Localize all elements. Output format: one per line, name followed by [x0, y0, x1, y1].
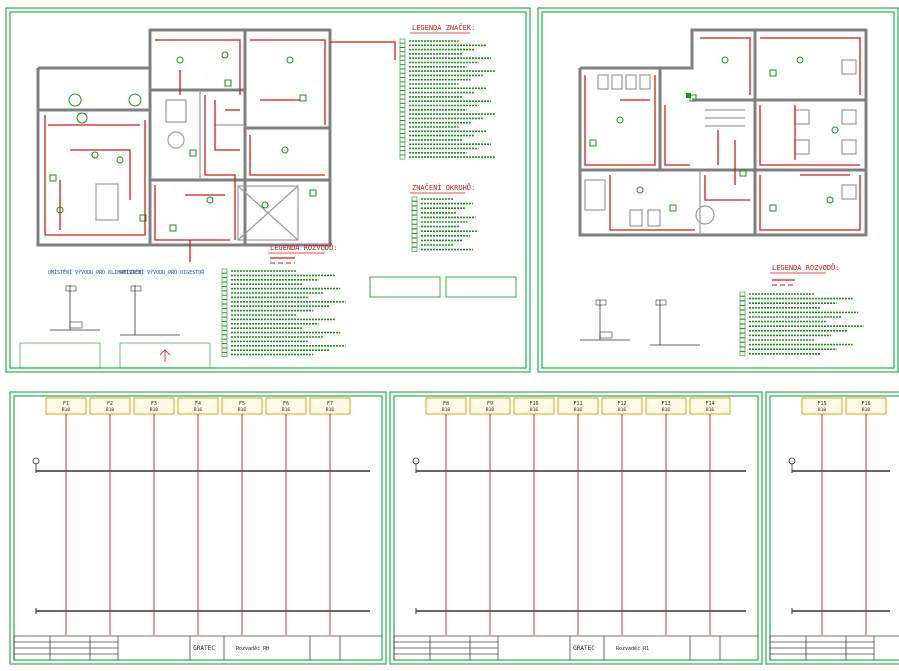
- breaker-rating: B16: [706, 407, 714, 413]
- circuit-breaker[interactable]: F11B16: [557, 397, 599, 635]
- title-block: GRATEC Rozvaděč R1: [393, 635, 758, 660]
- breaker-rating: B16: [662, 407, 670, 413]
- breaker-id: F8: [443, 401, 449, 407]
- breaker-id: F2: [107, 401, 113, 407]
- title-block-company: GRATEC: [573, 645, 595, 652]
- sheet-inner-border: [393, 395, 759, 661]
- distribution-legend-2: LEGENDA ROZVODŮ:: [739, 263, 864, 357]
- breaker-id: F14: [705, 401, 714, 407]
- distribution-legend-2-title: LEGENDA ROZVODŮ:: [772, 263, 839, 272]
- drawing-canvas: LEGENDA ZNAČEK: ZNAČENÍ OKRUHŮ: LEGENDA …: [0, 0, 899, 671]
- breaker-id: F9: [487, 401, 493, 407]
- breaker-rating: B10: [486, 407, 494, 413]
- breaker-rating: B10: [106, 407, 114, 413]
- floor-plan-2-walls: [578, 28, 868, 237]
- breaker-id: F13: [661, 401, 670, 407]
- circuit-breaker[interactable]: F3B10: [133, 397, 175, 635]
- circuit-breaker[interactable]: F4B16: [177, 397, 219, 635]
- circuit-breaker[interactable]: F2B10: [89, 397, 131, 635]
- breaker-rating: B10: [442, 407, 450, 413]
- schematic-sheet[interactable]: F8B10F9B10F10B16F11B16F12B16F13B16F14B16…: [389, 391, 763, 665]
- circuit-breaker[interactable]: F16B10: [845, 397, 887, 635]
- detail-upper-right: [650, 299, 700, 346]
- note-box-2: [445, 276, 517, 298]
- breaker-id: F1: [63, 401, 69, 407]
- title-block-drawing: Rozvaděč R1: [616, 645, 649, 652]
- breaker-id: F4: [195, 401, 201, 407]
- schematic-sheets: F1B10F2B10F3B10F4B16F5B16F6B16F7B16GRATE…: [9, 391, 899, 665]
- breaker-rating: B16: [574, 407, 582, 413]
- circuit-labels-table: ZNAČENÍ OKRUHŮ:: [410, 183, 479, 252]
- schematic-sheet[interactable]: F15B10F16B10: [765, 391, 899, 665]
- circuit-breaker[interactable]: F8B10: [425, 397, 467, 635]
- circuit-breaker[interactable]: F12B16: [601, 397, 643, 635]
- cad-drawing: LEGENDA ZNAČEK: ZNAČENÍ OKRUHŮ: LEGENDA …: [5, 7, 899, 665]
- sheet-border: [537, 7, 899, 373]
- floor-plan-wiring: [44, 39, 396, 262]
- breaker-id: F7: [327, 401, 333, 407]
- breaker-rating: B10: [818, 407, 826, 413]
- breaker-id: F5: [239, 401, 245, 407]
- circuit-breaker[interactable]: F6B16: [265, 397, 307, 635]
- sheet-inner-border: [769, 395, 899, 661]
- title-block: [769, 635, 899, 660]
- circuit-breaker[interactable]: F9B10: [469, 397, 511, 635]
- title-block: GRATEC Rozvaděč RH: [13, 635, 382, 660]
- breaker-id: F16: [861, 401, 870, 407]
- sheet-border: [765, 391, 899, 665]
- schematic-sheet[interactable]: F1B10F2B10F3B10F4B16F5B16F6B16F7B16GRATE…: [9, 391, 387, 665]
- breaker-rating: B16: [530, 407, 538, 413]
- breaker-id: F3: [151, 401, 157, 407]
- floor-plan-walls: [36, 28, 332, 247]
- sheet-floor-plan-2[interactable]: LEGENDA ROZVODŮ:: [537, 7, 899, 373]
- detail-hood-outlet: UMÍSTĚNÍ VÝVODU PRO DIGESTOŘ: [119, 268, 211, 369]
- breaker-rating: B10: [862, 407, 870, 413]
- floor-plan-symbols: [49, 51, 317, 232]
- circuit-breaker[interactable]: F15B10: [801, 397, 843, 635]
- detail-upper-left: [580, 299, 630, 341]
- breaker-rating: B10: [62, 407, 70, 413]
- circuit-breaker[interactable]: F1B10: [45, 397, 87, 635]
- breaker-rating: B16: [618, 407, 626, 413]
- breaker-rating: B10: [150, 407, 158, 413]
- breaker-id: F11: [573, 401, 582, 407]
- title-block-company: GRATEC: [193, 645, 215, 652]
- circuit-breaker[interactable]: F13B16: [645, 397, 687, 635]
- breaker-rating: B16: [238, 407, 246, 413]
- symbols-legend: LEGENDA ZNAČEK:: [399, 23, 495, 160]
- symbols-legend-title: LEGENDA ZNAČEK:: [412, 23, 475, 32]
- circuit-breaker[interactable]: F7B16: [309, 397, 351, 635]
- circuit-breaker[interactable]: F14B16: [689, 397, 731, 635]
- breaker-rating: B16: [326, 407, 334, 413]
- breaker-id: F12: [617, 401, 626, 407]
- sheet-floor-plan-1[interactable]: LEGENDA ZNAČEK: ZNAČENÍ OKRUHŮ: LEGENDA …: [5, 7, 531, 373]
- circuit-labels-title: ZNAČENÍ OKRUHŮ:: [412, 183, 475, 192]
- breaker-rating: B16: [194, 407, 202, 413]
- breaker-id: F6: [283, 401, 289, 407]
- circuit-breaker[interactable]: F10B16: [513, 397, 555, 635]
- sheet-inner-border: [541, 11, 895, 369]
- breaker-id: F10: [529, 401, 538, 407]
- floor-plan-2-symbols: [589, 56, 839, 212]
- title-block-drawing: Rozvaděč RH: [236, 645, 269, 652]
- breaker-rating: B16: [282, 407, 290, 413]
- breaker-id: F15: [817, 401, 826, 407]
- distribution-legend: LEGENDA ROZVODŮ:: [221, 243, 346, 357]
- note-box-1: [369, 276, 441, 298]
- detail-hvac-outlet: UMÍSTĚNÍ VÝVODU PRO KLIMATIZACI: [19, 268, 141, 369]
- circuit-breaker[interactable]: F5B16: [221, 397, 263, 635]
- detail-right-title: UMÍSTĚNÍ VÝVODU PRO DIGESTOŘ: [120, 268, 205, 276]
- distribution-legend-title: LEGENDA ROZVODŮ:: [270, 243, 337, 252]
